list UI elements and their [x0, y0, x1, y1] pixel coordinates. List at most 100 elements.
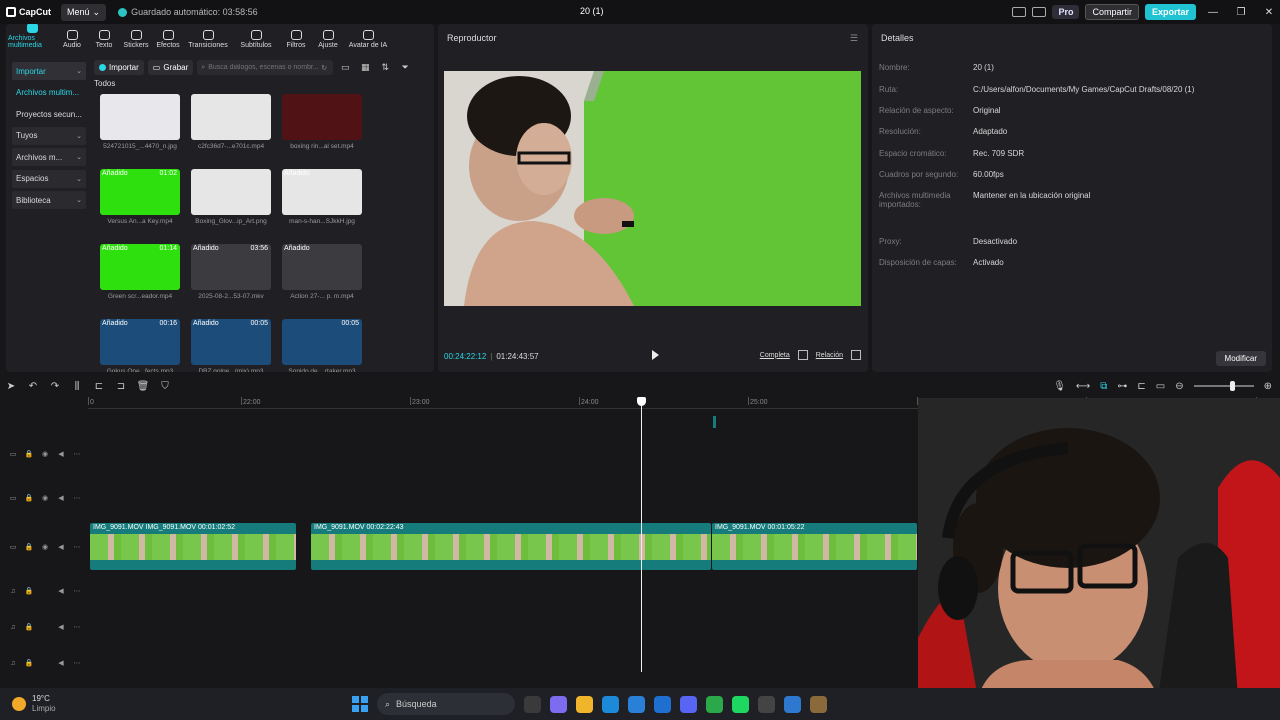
media-item[interactable]: Añadido man-s-han...SJkkH.jpg: [282, 169, 362, 244]
search-input[interactable]: [208, 64, 319, 71]
media-thumbnail[interactable]: Añadido 01:02: [100, 169, 180, 215]
copilot-icon[interactable]: [550, 695, 567, 713]
sidebar-item-import[interactable]: Importar ⌄: [12, 62, 86, 80]
zoom-slider[interactable]: [1193, 381, 1254, 391]
import-button[interactable]: Importar: [94, 60, 144, 75]
app-icon[interactable]: [784, 695, 801, 713]
tab-ai-avatar[interactable]: Avatar de IA: [344, 30, 392, 52]
media-thumbnail[interactable]: Añadido 00:16: [100, 319, 180, 365]
media-thumbnail[interactable]: [282, 94, 362, 140]
zoom-out-icon[interactable]: ⊖: [1175, 381, 1183, 392]
outlook-icon[interactable]: [654, 695, 671, 713]
sort-icon[interactable]: ⇅: [377, 62, 393, 74]
sidebar-item-media-library[interactable]: Archivos m... ⌄: [12, 148, 86, 166]
taskbar-search[interactable]: ⌕ Búsqueda: [377, 693, 515, 715]
sidebar-item-spaces[interactable]: Espacios ⌄: [12, 169, 86, 188]
subtitle-icon[interactable]: ▭: [1156, 381, 1165, 392]
tab-text[interactable]: Texto: [88, 30, 120, 52]
video-preview[interactable]: [444, 71, 861, 306]
eye-icon[interactable]: ◉: [40, 494, 50, 502]
media-thumbnail[interactable]: 00:05: [282, 319, 362, 365]
discord-icon[interactable]: [680, 695, 697, 713]
eye-icon[interactable]: ◉: [40, 543, 50, 551]
layout-icon[interactable]: [1012, 7, 1027, 17]
more-icon[interactable]: ⋯: [72, 659, 82, 667]
more-icon[interactable]: ⋯: [72, 450, 82, 458]
record-button[interactable]: ▭ Grabar: [147, 60, 194, 75]
media-thumbnail[interactable]: Añadido 00:05: [191, 319, 271, 365]
sidebar-item-library[interactable]: Biblioteca ⌄: [12, 191, 86, 209]
minecraft-icon[interactable]: [810, 695, 827, 713]
media-item[interactable]: c2fc36d7-...e701c.mp4: [191, 94, 271, 169]
tab-filters[interactable]: Filtros: [280, 30, 312, 52]
speaker-icon[interactable]: ◀: [56, 623, 66, 631]
split-left-icon[interactable]: ⊏: [88, 381, 110, 392]
media-thumbnail[interactable]: Añadido: [282, 244, 362, 290]
microphone-icon[interactable]: 🎙: [1053, 381, 1066, 392]
media-thumbnail[interactable]: [100, 94, 180, 140]
file-explorer-icon[interactable]: [576, 695, 593, 713]
media-search[interactable]: ⌕↻: [197, 60, 334, 75]
preview-axis-icon[interactable]: ⊶: [1117, 381, 1127, 392]
zoom-in-icon[interactable]: ⊕: [1264, 381, 1272, 392]
media-item[interactable]: Añadido 00:05 DBZ golpe...(mix).mp3: [191, 319, 271, 372]
media-item[interactable]: 00:05 Sonido de ...rtaker.mp3: [282, 319, 362, 372]
shield-icon[interactable]: ⛉: [154, 381, 176, 392]
media-thumbnail[interactable]: Añadido 01:14: [100, 244, 180, 290]
video-clip[interactable]: IMG_9091.MOV IMG_9091.MOV 00:01:02:52: [90, 523, 296, 570]
weather-widget[interactable]: 19°C Limpio: [12, 694, 56, 714]
eye-icon[interactable]: ◉: [40, 450, 50, 458]
store-icon[interactable]: [628, 695, 645, 713]
lock-icon[interactable]: 🔒: [24, 587, 34, 595]
sidebar-item-media[interactable]: Archivos multim...: [12, 84, 86, 102]
more-icon[interactable]: ⋯: [72, 587, 82, 595]
maximize-icon[interactable]: ❐: [1230, 7, 1252, 18]
obs-icon[interactable]: [758, 695, 775, 713]
modify-button[interactable]: Modificar: [1215, 351, 1266, 366]
split-right-icon[interactable]: ⊐: [110, 381, 132, 392]
close-icon[interactable]: ✕: [1258, 7, 1280, 18]
speaker-icon[interactable]: ◀: [56, 494, 66, 502]
more-icon[interactable]: ⋯: [72, 543, 82, 551]
lock-icon[interactable]: 🔒: [24, 659, 34, 667]
video-clip[interactable]: IMG_9091.MOV 00:02:22:43: [311, 523, 711, 570]
speaker-icon[interactable]: ◀: [56, 543, 66, 551]
tab-audio[interactable]: Audio: [56, 30, 88, 52]
speaker-icon[interactable]: ◀: [56, 659, 66, 667]
playhead-handle[interactable]: [637, 397, 646, 406]
lock-icon[interactable]: 🔒: [24, 623, 34, 631]
tab-transitions[interactable]: Transiciones: [184, 30, 232, 52]
tab-subtitles[interactable]: Subtítulos: [232, 30, 280, 52]
sidebar-item-yours[interactable]: Tuyos ⌄: [12, 126, 86, 145]
task-view-icon[interactable]: [524, 695, 541, 713]
menu-button[interactable]: Menú ⌄: [61, 3, 107, 21]
redo-icon[interactable]: ↷: [44, 381, 66, 392]
ratio-button[interactable]: Relación: [816, 352, 843, 359]
play-icon[interactable]: [652, 350, 659, 360]
lock-icon[interactable]: 🔒: [24, 543, 34, 551]
lock-icon[interactable]: 🔒: [24, 494, 34, 502]
tab-media[interactable]: Archivos multimedia: [8, 24, 56, 52]
media-thumbnail[interactable]: [191, 169, 271, 215]
tab-adjust[interactable]: Ajuste: [312, 30, 344, 52]
media-item[interactable]: 524721015_...4470_n.jpg: [100, 94, 180, 169]
magnet-icon[interactable]: ⧉: [1100, 381, 1107, 392]
split-icon[interactable]: ⫼: [66, 381, 88, 392]
folder-icon[interactable]: ▭: [337, 62, 353, 74]
media-item[interactable]: Boxing_Glov...ip_Art.png: [191, 169, 271, 244]
crop-icon[interactable]: [797, 350, 808, 360]
media-thumbnail[interactable]: Añadido: [282, 169, 362, 215]
lock-icon[interactable]: 🔒: [24, 450, 34, 458]
export-button[interactable]: Exportar: [1144, 4, 1196, 20]
media-thumbnail[interactable]: [191, 94, 271, 140]
fullscreen-icon[interactable]: [851, 350, 861, 360]
menu-icon[interactable]: ☰: [850, 33, 858, 44]
chrome-icon[interactable]: [706, 695, 723, 713]
timeline-marker[interactable]: [713, 416, 716, 428]
delete-icon[interactable]: 🗑: [132, 381, 154, 392]
media-item[interactable]: Añadido Action 27-... p. m.mp4: [282, 244, 362, 319]
tab-effects[interactable]: Efectos: [152, 30, 184, 52]
share-button[interactable]: Compartir: [1085, 4, 1139, 20]
media-item[interactable]: Añadido 01:02 Versus An...a Key.mp4: [100, 169, 180, 244]
spotify-icon[interactable]: [732, 695, 749, 713]
